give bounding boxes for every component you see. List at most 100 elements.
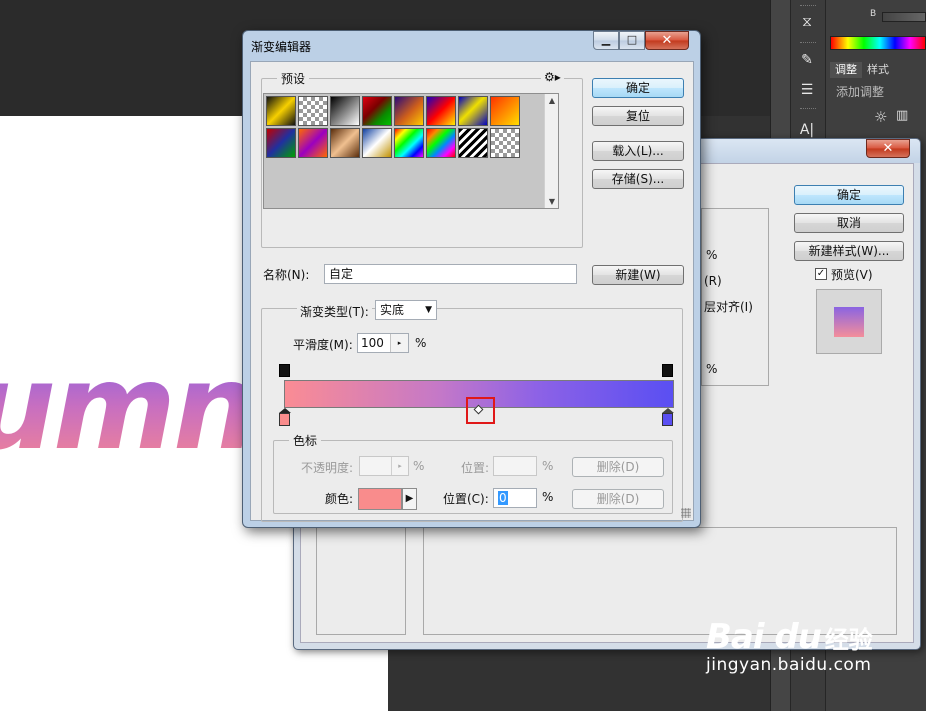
- close-icon[interactable]: ✕: [866, 139, 910, 158]
- brightness-icon[interactable]: ☼: [874, 108, 887, 126]
- annotation-highlight-box: [466, 397, 495, 424]
- color-menu-arrow-icon[interactable]: ▶: [402, 488, 417, 510]
- opacity-location-percent: %: [542, 459, 554, 473]
- gear-icon[interactable]: ⚙▸: [541, 70, 564, 84]
- watermark-logo: Bai du: [706, 617, 822, 657]
- location-label: 位置(C):: [443, 492, 489, 506]
- location-value: 0: [498, 491, 508, 505]
- preset-swatch[interactable]: [266, 128, 296, 158]
- maximize-icon[interactable]: □: [619, 31, 645, 50]
- ok-button[interactable]: 确定: [592, 78, 684, 98]
- color-stop-right[interactable]: [662, 413, 673, 426]
- slider-label-b: B: [870, 9, 877, 19]
- tab-styles[interactable]: 样式: [862, 62, 894, 78]
- delete-color-stop-button[interactable]: 删除(D): [572, 489, 664, 509]
- presets-legend: 预设: [277, 70, 310, 87]
- preset-swatch[interactable]: [330, 128, 360, 158]
- preset-swatch[interactable]: [362, 128, 392, 158]
- gradient-type-label: 渐变类型(T):: [297, 303, 372, 320]
- smoothness-input[interactable]: 100 ▸: [357, 333, 409, 353]
- name-input[interactable]: 自定: [324, 264, 577, 284]
- preset-swatch[interactable]: [394, 96, 424, 126]
- stepper-arrow-icon[interactable]: ▸: [390, 334, 408, 352]
- opacity-stop-right[interactable]: [662, 364, 673, 377]
- preset-swatch[interactable]: [266, 96, 296, 126]
- panel-tabs: 调整 样式: [830, 62, 894, 78]
- preview-swatch: [834, 307, 864, 337]
- scroll-up-icon[interactable]: ▲: [545, 96, 559, 105]
- stops-legend: 色标: [289, 432, 322, 449]
- color-stop-left[interactable]: [279, 413, 290, 426]
- canvas-text-layer: umn: [0, 338, 257, 476]
- dock-grip[interactable]: [800, 108, 816, 111]
- preset-swatch[interactable]: [458, 128, 488, 158]
- gradient-editor-dialog: 渐变编辑器 ▁ □ ✕ 预设 ⚙▸ ▲ ▼ 确定 复位 载入(L)... 存储(…: [242, 30, 701, 528]
- history-icon[interactable]: ⧖: [796, 12, 818, 32]
- smoothness-value: 100: [361, 336, 384, 350]
- cancel-button[interactable]: 取消: [794, 213, 904, 233]
- preview-checkbox[interactable]: ✓: [815, 268, 827, 280]
- reset-button[interactable]: 复位: [592, 106, 684, 126]
- resize-grip-icon[interactable]: [681, 508, 691, 518]
- watermark-url: jingyan.baidu.com: [706, 655, 872, 675]
- preset-swatch[interactable]: [458, 96, 488, 126]
- watermark-brand: 经验: [824, 626, 873, 654]
- gradient-editor-body: 预设 ⚙▸ ▲ ▼ 确定 复位 载入(L)... 存储(S)... 名称(N):…: [250, 61, 694, 522]
- preview-label: 预览(V): [831, 268, 873, 282]
- brush-icon[interactable]: ✎: [796, 50, 818, 70]
- close-icon[interactable]: ✕: [645, 31, 689, 50]
- smoothness-label: 平滑度(M):: [293, 338, 353, 352]
- preset-swatch[interactable]: [490, 128, 520, 158]
- name-label: 名称(N):: [263, 268, 310, 282]
- styles-list-lower: [316, 527, 406, 635]
- options-group: [701, 208, 769, 386]
- preset-swatch[interactable]: [362, 96, 392, 126]
- gradient-type-value: 实底: [380, 303, 405, 317]
- opacity-label: 不透明度:: [301, 461, 354, 475]
- save-button[interactable]: 存储(S)...: [592, 169, 684, 189]
- align-with-layer-label: 层对齐(I): [704, 300, 753, 314]
- preset-swatch[interactable]: [394, 128, 424, 158]
- scroll-down-icon[interactable]: ▼: [545, 197, 559, 206]
- tab-adjustments[interactable]: 调整: [830, 62, 862, 78]
- opacity-stop-left[interactable]: [279, 364, 290, 377]
- color-spectrum[interactable]: [830, 36, 926, 50]
- text-icon[interactable]: A|: [796, 120, 818, 140]
- dock-grip[interactable]: [800, 42, 816, 45]
- opacity-location-input[interactable]: [493, 456, 537, 476]
- opacity-location-label: 位置:: [461, 461, 490, 475]
- add-adjustment-label: 添加调整: [836, 85, 885, 99]
- preset-swatch[interactable]: [298, 128, 328, 158]
- dock-grip[interactable]: [800, 5, 816, 8]
- gradient-type-select[interactable]: 实底 ▼: [375, 300, 437, 320]
- adjust-icon[interactable]: ☰: [796, 80, 818, 100]
- style-preview: [816, 289, 882, 354]
- delete-opacity-stop-button[interactable]: 删除(D): [572, 457, 664, 477]
- ok-button[interactable]: 确定: [794, 185, 904, 205]
- color-swatch[interactable]: [358, 488, 402, 510]
- location-percent: %: [542, 490, 554, 504]
- minimize-icon[interactable]: ▁: [593, 31, 619, 50]
- opacity-stepper-icon[interactable]: ▸: [391, 457, 408, 475]
- load-button[interactable]: 载入(L)...: [592, 141, 684, 161]
- b-slider[interactable]: [882, 12, 926, 22]
- swatches-scrollbar[interactable]: ▲ ▼: [544, 94, 558, 208]
- percent-label: %: [415, 336, 427, 350]
- new-button[interactable]: 新建(W): [592, 265, 684, 285]
- preset-swatch[interactable]: [426, 96, 456, 126]
- levels-icon[interactable]: ▥: [896, 108, 908, 123]
- opacity-percent: %: [413, 459, 425, 473]
- preset-swatches: ▲ ▼: [263, 93, 559, 209]
- preset-swatch[interactable]: [298, 96, 328, 126]
- dropdown-arrow-icon: ▼: [425, 305, 432, 315]
- preset-swatch[interactable]: [330, 96, 360, 126]
- option-fragment: (R): [704, 274, 722, 288]
- preset-swatch[interactable]: [490, 96, 520, 126]
- baidu-watermark: Bai du 经验 jingyan.baidu.com: [706, 617, 916, 675]
- dialog-title: 渐变编辑器: [251, 40, 312, 54]
- new-style-button[interactable]: 新建样式(W)...: [794, 241, 904, 261]
- percent-fragment: %: [706, 248, 718, 262]
- percent-fragment: %: [706, 362, 718, 376]
- location-input[interactable]: 0: [493, 488, 537, 508]
- preset-swatch[interactable]: [426, 128, 456, 158]
